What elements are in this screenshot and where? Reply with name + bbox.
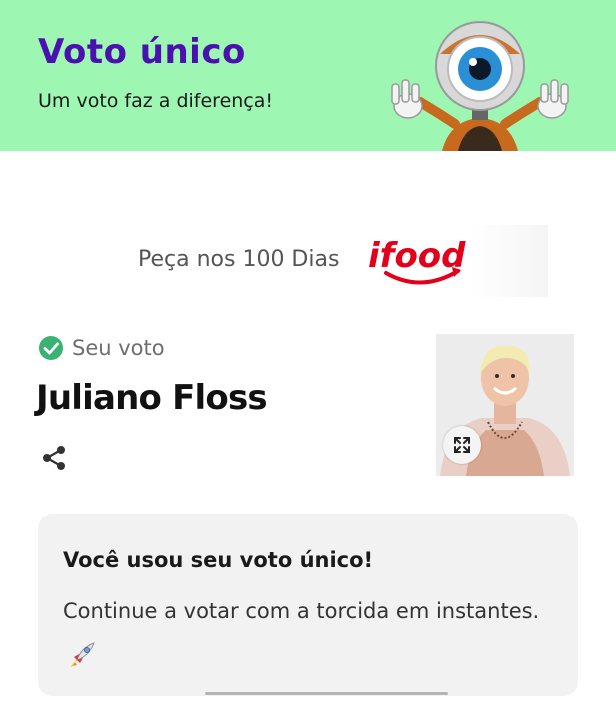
page-title: Voto único <box>38 32 246 72</box>
notice-body-wrapper: Continue a votar com a torcida em instan… <box>63 590 543 676</box>
big-brother-eye-mascot-icon <box>391 21 569 151</box>
expand-photo-button[interactable] <box>443 426 481 464</box>
share-icon[interactable] <box>40 444 68 472</box>
vote-status-label: Seu voto <box>72 336 165 360</box>
scroll-indicator <box>205 692 448 695</box>
sponsor-label: Peça nos 100 Dias <box>138 247 340 272</box>
page-subtitle: Um voto faz a diferença! <box>38 90 274 112</box>
vote-used-notice: Você usou seu voto único! Continue a vot… <box>38 514 578 696</box>
ifood-logo: ifood <box>368 236 466 285</box>
sponsor-banner[interactable]: Peça nos 100 Dias ifood <box>0 225 616 297</box>
rocket-icon <box>71 642 95 667</box>
candidate-name: Juliano Floss <box>36 378 268 418</box>
sponsor-fade <box>470 225 548 297</box>
header-banner: Voto único Um voto faz a diferença! <box>0 0 616 151</box>
notice-body: Continue a votar com a torcida em instan… <box>63 599 540 623</box>
svg-text:ifood: ifood <box>368 236 466 276</box>
notice-title: Você usou seu voto único! <box>63 548 374 572</box>
expand-icon <box>454 437 470 453</box>
check-circle-icon <box>39 336 63 360</box>
